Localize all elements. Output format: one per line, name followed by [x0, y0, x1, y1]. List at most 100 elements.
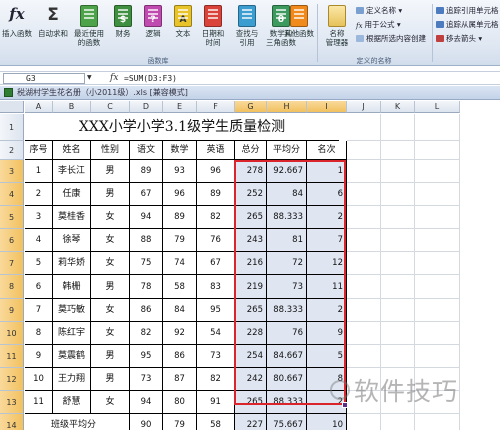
table-cell[interactable]: 89	[197, 183, 235, 206]
table-cell[interactable]: 男	[91, 345, 130, 368]
empty-cell[interactable]	[381, 160, 415, 183]
table-cell[interactable]: 6	[25, 275, 53, 299]
row-header-10[interactable]: 10	[0, 322, 24, 345]
table-cell[interactable]: 王力翔	[53, 368, 91, 391]
text-button[interactable]: A 文本	[166, 3, 200, 59]
empty-cell[interactable]	[347, 183, 381, 206]
computed-cell[interactable]: 265	[235, 299, 267, 322]
table-cell[interactable]: 徐琴	[53, 229, 91, 252]
footer-cell[interactable]	[163, 414, 197, 430]
table-cell[interactable]: 95	[130, 345, 163, 368]
table-cell[interactable]: 93	[163, 160, 197, 183]
empty-cell[interactable]	[347, 299, 381, 322]
class-average-label[interactable]: 班级平均分	[25, 414, 130, 430]
row-header-8[interactable]: 8	[0, 275, 24, 299]
table-cell[interactable]: 男	[91, 368, 130, 391]
table-cell[interactable]: 1	[25, 160, 53, 183]
table-cell[interactable]: 67	[197, 252, 235, 275]
empty-cell[interactable]	[381, 114, 415, 141]
computed-cell[interactable]: 219	[235, 275, 267, 299]
computed-cell[interactable]: 243	[235, 229, 267, 252]
table-cell[interactable]: 67	[130, 183, 163, 206]
empty-cell[interactable]	[415, 299, 460, 322]
table-cell[interactable]: 男	[91, 160, 130, 183]
table-cell[interactable]: 58	[163, 275, 197, 299]
more-functions-button[interactable]: 其他函数	[282, 3, 316, 59]
empty-cell[interactable]	[415, 114, 460, 141]
row-header-9[interactable]: 9	[0, 299, 24, 322]
table-cell[interactable]: 男	[91, 275, 130, 299]
create-from-selection-button[interactable]: 根据所选内容创建	[356, 34, 426, 44]
column-header-b[interactable]: B	[53, 101, 91, 113]
footer-cell[interactable]	[307, 414, 347, 430]
table-cell[interactable]: 78	[130, 275, 163, 299]
select-all-corner[interactable]	[0, 101, 24, 113]
row-header-11[interactable]: 11	[0, 345, 24, 368]
row-header-13[interactable]: 13	[0, 391, 24, 414]
row-header-4[interactable]: 4	[0, 183, 24, 206]
computed-cell[interactable]: 278	[235, 160, 267, 183]
table-cell[interactable]: 5	[25, 252, 53, 275]
column-header-e[interactable]: E	[163, 101, 197, 113]
header-cell[interactable]: 序号	[25, 141, 53, 160]
formula-input[interactable]: =SUM(D3:F3)	[124, 73, 177, 84]
table-cell[interactable]: 54	[197, 322, 235, 345]
table-cell[interactable]: 3	[25, 206, 53, 229]
computed-cell[interactable]: 5	[307, 345, 347, 368]
empty-cell[interactable]	[347, 252, 381, 275]
table-cell[interactable]: 10	[25, 368, 53, 391]
empty-cell[interactable]	[415, 322, 460, 345]
row-header-7[interactable]: 7	[0, 252, 24, 275]
sheet-title[interactable]: XXX小学小学3.1级学生质量检测	[25, 114, 339, 141]
lookup-button[interactable]: 查找与 引用	[230, 3, 264, 59]
row-header-12[interactable]: 12	[0, 368, 24, 391]
empty-cell[interactable]	[415, 414, 460, 430]
trace-dependents-button[interactable]: 追踪从属单元格	[436, 20, 499, 30]
computed-cell[interactable]: 216	[235, 252, 267, 275]
empty-cell[interactable]	[415, 141, 460, 160]
table-cell[interactable]: 87	[163, 368, 197, 391]
trace-precedents-button[interactable]: 追踪引用单元格	[436, 6, 499, 16]
table-cell[interactable]: 88	[130, 229, 163, 252]
empty-cell[interactable]	[347, 414, 381, 430]
computed-cell[interactable]: 88.333	[267, 206, 307, 229]
insert-function-button[interactable]: fx 插入函数	[0, 3, 34, 59]
computed-cell[interactable]: 9	[307, 322, 347, 345]
table-cell[interactable]: 舒慧	[53, 391, 91, 414]
computed-cell[interactable]: 88.333	[267, 391, 307, 414]
table-cell[interactable]: 女	[91, 391, 130, 414]
logic-button[interactable]: ? 逻辑	[136, 3, 170, 59]
table-cell[interactable]: 11	[25, 391, 53, 414]
table-cell[interactable]: 79	[163, 229, 197, 252]
empty-cell[interactable]	[415, 206, 460, 229]
computed-cell[interactable]: 12	[307, 252, 347, 275]
header-cell[interactable]: 平均分	[267, 141, 307, 160]
column-header-c[interactable]: C	[91, 101, 130, 113]
computed-cell[interactable]: 254	[235, 345, 267, 368]
computed-cell[interactable]: 73	[267, 275, 307, 299]
table-cell[interactable]: 82	[130, 322, 163, 345]
table-cell[interactable]: 莫巧敏	[53, 299, 91, 322]
computed-cell[interactable]: 6	[307, 183, 347, 206]
table-cell[interactable]: 女	[91, 229, 130, 252]
computed-cell[interactable]: 265	[235, 391, 267, 414]
computed-cell[interactable]: 11	[307, 275, 347, 299]
table-cell[interactable]: 89	[163, 206, 197, 229]
computed-cell[interactable]: 88.333	[267, 299, 307, 322]
row-header-1[interactable]: 1	[0, 114, 24, 141]
row-header-14[interactable]: 14	[0, 414, 24, 430]
row-header-5[interactable]: 5	[0, 206, 24, 229]
finance-button[interactable]: $ 财务	[106, 3, 140, 59]
table-cell[interactable]: 96	[197, 160, 235, 183]
table-cell[interactable]: 莫桂香	[53, 206, 91, 229]
empty-cell[interactable]	[415, 229, 460, 252]
empty-cell[interactable]	[381, 206, 415, 229]
empty-cell[interactable]	[381, 299, 415, 322]
empty-cell[interactable]	[381, 141, 415, 160]
empty-cell[interactable]	[347, 114, 381, 141]
column-header-i[interactable]: I	[307, 101, 347, 113]
computed-cell[interactable]: 72	[267, 252, 307, 275]
empty-cell[interactable]	[381, 229, 415, 252]
header-cell[interactable]: 英语	[197, 141, 235, 160]
table-cell[interactable]: 女	[91, 206, 130, 229]
